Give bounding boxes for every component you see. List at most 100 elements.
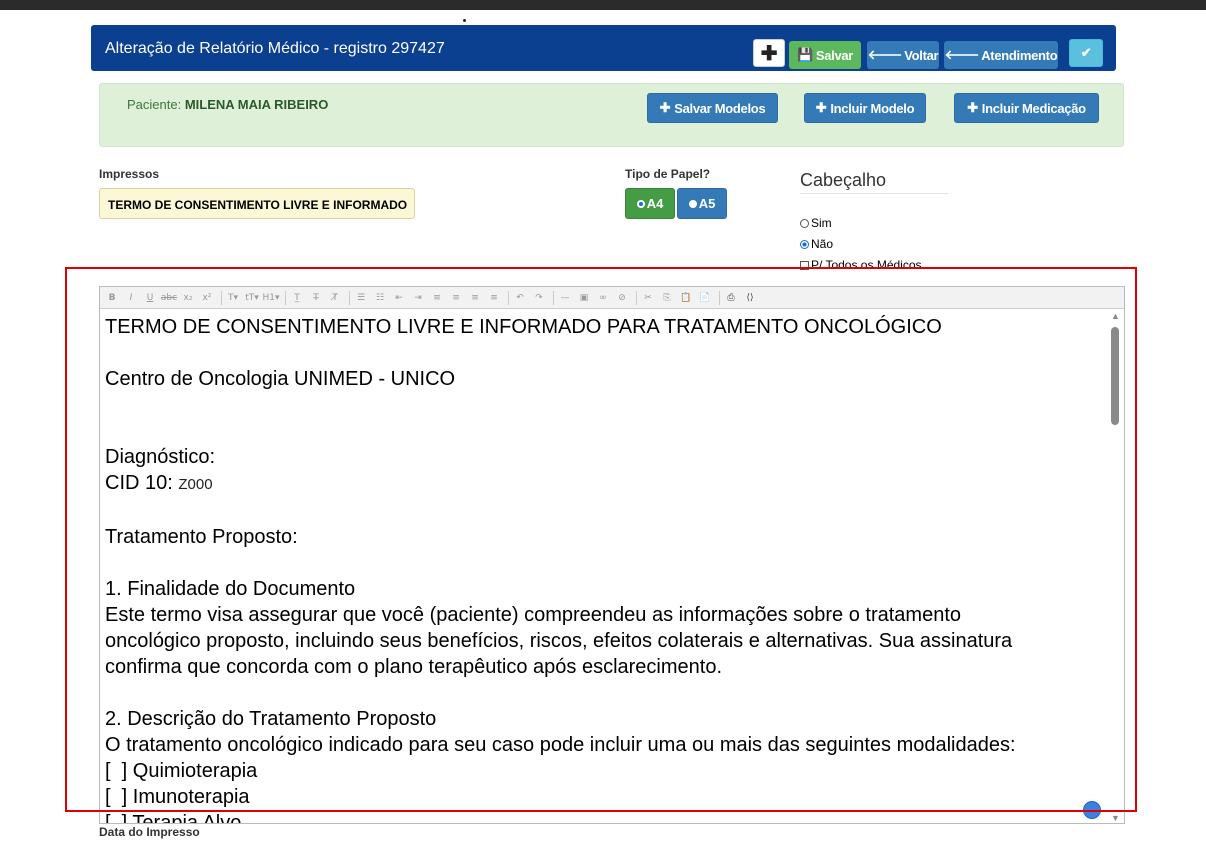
horizontal-rule-icon[interactable]: — — [557, 290, 573, 306]
radio-unselected-icon — [688, 199, 697, 208]
plus-icon: ✚ — [815, 100, 827, 115]
confirm-button[interactable]: ✔ — [1069, 39, 1103, 67]
cid-code: Z000 — [178, 476, 213, 493]
doc-line: [ ] Imunoterapia — [105, 786, 250, 808]
divider — [800, 193, 948, 194]
paste-icon[interactable]: 📋 — [678, 290, 694, 306]
checkbox-icon[interactable] — [800, 260, 809, 270]
paste-text-icon[interactable]: 📄 — [697, 290, 713, 306]
todos-medicos-option[interactable]: P/ Todos os Médicos — [800, 258, 922, 272]
rich-text-editor[interactable]: B I U abc x₂ x² T▾ tT▾ H1▾ T̲ T̶ T̸ ☰ ☷ … — [99, 286, 1125, 824]
justify-icon[interactable]: ≡ — [486, 290, 502, 306]
numbered-list-icon[interactable]: ☷ — [372, 290, 388, 306]
doc-line: Diagnóstico: — [105, 446, 216, 468]
atendimento-button[interactable]: 🡐 Atendimento — [944, 41, 1058, 69]
save-icon: 💾 — [796, 47, 813, 62]
doc-line: [ ] Quimioterapia — [105, 760, 258, 782]
paper-a5-option[interactable]: A5 — [677, 188, 727, 219]
salvar-modelos-button[interactable]: ✚ Salvar Modelos — [647, 93, 778, 123]
plus-icon: ✚ — [760, 42, 778, 65]
doc-line: Centro de Oncologia UNIMED - UNICO — [105, 368, 456, 390]
indent-icon[interactable]: ⇥ — [410, 290, 426, 306]
clear-format-icon[interactable]: T̸ — [327, 290, 343, 306]
grammar-check-icon[interactable] — [1083, 801, 1101, 819]
superscript-icon[interactable]: x² — [199, 290, 215, 306]
doc-line: CID 10: Z000 — [105, 470, 1105, 498]
strikethrough-icon[interactable]: abc — [161, 290, 177, 306]
cut-icon[interactable]: ✂ — [640, 290, 656, 306]
align-right-icon[interactable]: ≡ — [467, 290, 483, 306]
plus-icon: ✚ — [967, 100, 978, 115]
bullet-list-icon[interactable]: ☰ — [353, 290, 369, 306]
scroll-thumb[interactable] — [1111, 327, 1119, 425]
unlink-icon[interactable]: ⊘ — [614, 290, 630, 306]
doc-line: 2. Descrição do Tratamento Proposto — [105, 708, 437, 730]
doc-line: TERMO DE CONSENTIMENTO LIVRE E INFORMADO… — [105, 316, 942, 338]
redo-icon[interactable]: ↷ — [531, 290, 547, 306]
copy-icon[interactable]: ⎘ — [659, 290, 675, 306]
paper-a5-label: A5 — [698, 196, 716, 211]
salvar-modelos-label: Salvar Modelos — [674, 100, 766, 116]
toolbar-separator — [221, 290, 222, 305]
toolbar-separator — [719, 290, 720, 305]
doc-line: 1. Finalidade do Documento — [105, 578, 356, 600]
add-button[interactable]: ✚ — [753, 39, 785, 67]
subscript-icon[interactable]: x₂ — [180, 290, 196, 306]
editor-scrollbar[interactable]: ▲ ▼ — [1107, 309, 1124, 823]
link-icon[interactable]: ∞ — [595, 290, 611, 306]
save-label: Salvar — [815, 47, 854, 63]
cabecalho-nao-option[interactable]: Não — [800, 237, 833, 251]
source-code-icon[interactable]: ⟨⟩ — [742, 290, 758, 306]
doc-line — [105, 340, 1105, 366]
incluir-modelo-button[interactable]: ✚ Incluir Modelo — [804, 93, 926, 123]
atendimento-label: Atendimento — [981, 47, 1058, 63]
incluir-medicacao-button[interactable]: ✚ Incluir Medicação — [954, 93, 1099, 123]
paper-a4-option[interactable]: A4 — [625, 188, 675, 219]
patient-label: Paciente: — [127, 97, 185, 112]
incluir-modelo-label: Incluir Modelo — [830, 100, 915, 116]
doc-line — [105, 418, 1105, 444]
browser-top-bar — [0, 0, 1206, 10]
highlight-icon[interactable]: T̶ — [308, 290, 324, 306]
cabecalho-sim-option[interactable]: Sim — [800, 216, 832, 230]
cid-label: CID 10: — [105, 472, 179, 494]
underline-icon[interactable]: U — [142, 290, 158, 306]
scroll-down-icon[interactable]: ▼ — [1111, 813, 1120, 823]
doc-line: Tratamento Proposto: — [105, 526, 298, 548]
image-icon[interactable]: ▣ — [576, 290, 592, 306]
nao-label: Não — [811, 237, 834, 251]
print-icon[interactable]: ⎙ — [723, 290, 739, 306]
impressos-select[interactable]: TERMO DE CONSENTIMENTO LIVRE E INFORMADO — [99, 188, 415, 219]
bold-icon[interactable]: B — [104, 290, 120, 306]
doc-line: O tratamento oncológico indicado para se… — [105, 734, 1016, 756]
scroll-up-icon[interactable]: ▲ — [1111, 311, 1120, 321]
save-button[interactable]: 💾 Salvar — [789, 41, 861, 69]
page-title: Alteração de Relatório Médico - registro… — [105, 40, 445, 57]
text-color-icon[interactable]: T̲ — [289, 290, 305, 306]
back-button[interactable]: 🡐 Voltar — [867, 41, 939, 69]
undo-icon[interactable]: ↶ — [512, 290, 528, 306]
radio-checked-icon[interactable] — [800, 239, 809, 249]
toolbar-separator — [349, 290, 350, 305]
patient-info: Paciente: MILENA MAIA RIBEIRO — [127, 97, 328, 112]
outdent-icon[interactable]: ⇤ — [391, 290, 407, 306]
doc-line: oncológico proposto, incluindo seus bene… — [105, 630, 1013, 652]
italic-icon[interactable]: I — [123, 290, 139, 306]
align-center-icon[interactable]: ≡ — [448, 290, 464, 306]
align-left-icon[interactable]: ≡ — [429, 290, 445, 306]
paper-a4-label: A4 — [646, 196, 664, 211]
heading-icon[interactable]: H1▾ — [263, 290, 280, 306]
font-size-icon[interactable]: tT▾ — [244, 290, 260, 306]
toolbar-separator — [553, 290, 554, 305]
doc-line — [105, 550, 1105, 576]
editor-content[interactable]: TERMO DE CONSENTIMENTO LIVRE E INFORMADO… — [105, 314, 1105, 823]
font-icon[interactable]: T▾ — [225, 290, 241, 306]
cabecalho-title: Cabeçalho — [800, 170, 887, 190]
data-impresso-label: Data do Impresso — [99, 825, 200, 839]
arrow-left-icon: 🡐 — [867, 47, 903, 62]
radio-icon[interactable] — [800, 218, 809, 228]
toolbar-separator — [636, 290, 637, 305]
editor-toolbar: B I U abc x₂ x² T▾ tT▾ H1▾ T̲ T̶ T̸ ☰ ☷ … — [100, 287, 1124, 309]
toolbar-separator — [285, 290, 286, 305]
check-icon: ✔ — [1080, 45, 1092, 60]
